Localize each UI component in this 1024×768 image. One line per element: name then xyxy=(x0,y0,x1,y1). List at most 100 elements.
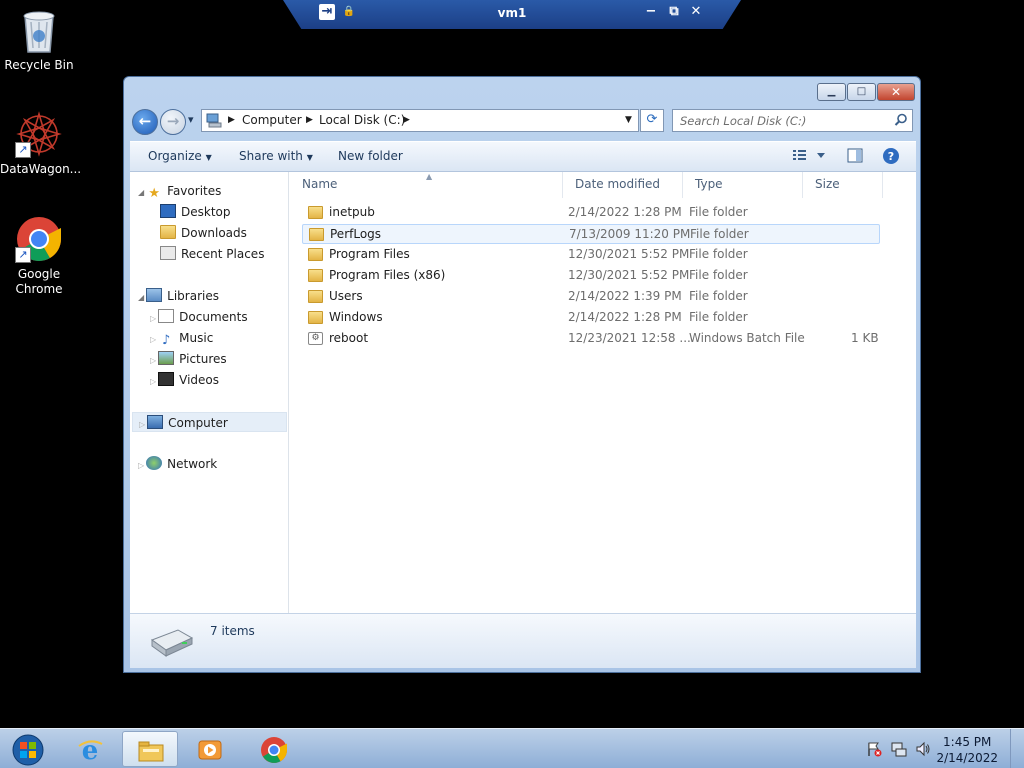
hard-drive-icon xyxy=(148,626,194,661)
desktop-icon-recycle-bin[interactable]: Recycle Bin xyxy=(0,6,78,73)
star-icon: ★ xyxy=(148,186,160,201)
nav-libraries[interactable]: ◢ Libraries xyxy=(138,286,219,306)
collapsed-arrow-icon[interactable]: ▷ xyxy=(139,420,145,429)
collapsed-arrow-icon[interactable]: ▷ xyxy=(150,314,156,323)
nav-computer[interactable]: ▷ Computer xyxy=(132,412,287,432)
rdp-minimize-button[interactable]: − xyxy=(643,4,659,20)
file-name: inetpub xyxy=(329,205,375,219)
search-input[interactable] xyxy=(673,110,883,131)
show-desktop-button[interactable] xyxy=(1010,729,1024,768)
address-history-dropdown-icon[interactable]: ▼ xyxy=(625,115,632,125)
downloads-folder-icon xyxy=(160,225,176,239)
back-button[interactable]: ← xyxy=(132,109,158,135)
file-date: 7/13/2009 11:20 PM xyxy=(569,227,691,241)
file-name: Users xyxy=(329,289,363,303)
share-with-button[interactable]: Share with ▼ xyxy=(239,149,313,163)
file-row[interactable]: inetpub 2/14/2022 1:28 PM File folder xyxy=(302,203,880,223)
chevron-down-icon: ▼ xyxy=(306,153,313,162)
taskbar-google-chrome[interactable] xyxy=(246,731,302,767)
file-row[interactable]: Program Files 12/30/2021 5:52 PM File fo… xyxy=(302,245,880,265)
media-player-icon xyxy=(198,740,222,760)
search-icon[interactable] xyxy=(894,113,908,130)
column-header-date[interactable]: Date modified xyxy=(563,172,683,198)
expand-arrow-icon[interactable]: ◢ xyxy=(138,293,144,302)
organize-label: Organize xyxy=(148,149,202,163)
breadcrumb-local-disk[interactable]: Local Disk (C:) xyxy=(319,113,405,127)
file-row[interactable]: ⚙ reboot 12/23/2021 12:58 ... Windows Ba… xyxy=(302,329,880,349)
system-clock[interactable]: 1:45 PM 2/14/2022 xyxy=(936,734,998,766)
nav-music[interactable]: ▷ ♪ Music xyxy=(150,328,213,348)
nav-desktop[interactable]: Desktop xyxy=(160,202,231,222)
nav-network[interactable]: ▷ Network xyxy=(138,454,217,474)
volume-speaker-icon[interactable] xyxy=(915,741,931,760)
column-header-name[interactable]: Name ▲ xyxy=(290,172,563,198)
breadcrumb-separator-icon: ▶ xyxy=(306,115,313,125)
breadcrumb-separator-icon: ▶ xyxy=(403,115,410,125)
recent-places-icon xyxy=(160,246,176,260)
file-size: 1 KB xyxy=(851,331,879,345)
address-bar[interactable]: ▶ Computer ▶ Local Disk (C:) ▶ ▼ xyxy=(201,109,639,132)
view-options-button[interactable] xyxy=(792,148,826,165)
collapsed-arrow-icon[interactable]: ▷ xyxy=(138,461,144,470)
taskbar: e 1:45 PM 2/14/2022 xyxy=(0,728,1024,768)
rdp-restore-button[interactable]: ⧉ xyxy=(666,4,682,20)
file-row[interactable]: PerfLogs 7/13/2009 11:20 PM File folder xyxy=(302,224,880,244)
nav-videos[interactable]: ▷ Videos xyxy=(150,370,219,390)
folder-icon xyxy=(308,269,323,282)
clock-date: 2/14/2022 xyxy=(936,751,998,765)
file-name: Program Files (x86) xyxy=(329,268,446,282)
taskbar-media-player[interactable] xyxy=(182,731,238,767)
chrome-icon xyxy=(261,737,288,763)
new-folder-button[interactable]: New folder xyxy=(338,149,403,163)
file-name: reboot xyxy=(329,331,369,345)
desktop-icon-label: DataWagon... xyxy=(0,162,82,176)
collapsed-arrow-icon[interactable]: ▷ xyxy=(150,335,156,344)
maximize-button[interactable]: □ xyxy=(847,83,876,101)
file-row[interactable]: Windows 2/14/2022 1:28 PM File folder xyxy=(302,308,880,328)
column-header-size[interactable]: Size xyxy=(803,172,883,198)
share-with-label: Share with xyxy=(239,149,303,163)
forward-button[interactable]: → xyxy=(160,109,186,135)
taskbar-windows-explorer[interactable] xyxy=(122,731,178,767)
nav-downloads[interactable]: Downloads xyxy=(160,223,247,243)
nav-pictures-label: Pictures xyxy=(179,352,227,366)
file-row[interactable]: Users 2/14/2022 1:39 PM File folder xyxy=(302,287,880,307)
libraries-icon xyxy=(146,288,163,302)
refresh-button[interactable]: ⟳ xyxy=(640,109,664,132)
nav-recent-label: Recent Places xyxy=(181,247,265,261)
desktop-icon-label: Recycle Bin xyxy=(4,58,74,72)
recent-pages-dropdown[interactable]: ▾ xyxy=(188,113,194,126)
preview-pane-icon[interactable] xyxy=(847,148,863,166)
collapsed-arrow-icon[interactable]: ▷ xyxy=(150,356,156,365)
help-icon[interactable]: ? xyxy=(882,147,900,168)
nav-pictures[interactable]: ▷ Pictures xyxy=(150,349,227,369)
nav-videos-label: Videos xyxy=(179,373,220,387)
nav-recent-places[interactable]: Recent Places xyxy=(160,244,264,264)
nav-libraries-label: Libraries xyxy=(167,289,219,303)
nav-documents[interactable]: ▷ Documents xyxy=(150,307,248,327)
close-button[interactable]: ✕ xyxy=(877,83,915,101)
file-type: File folder xyxy=(689,310,748,324)
desktop-icon-google-chrome[interactable]: ↗ Google Chrome xyxy=(0,215,78,297)
file-date: 2/14/2022 1:28 PM xyxy=(568,205,682,219)
item-count: 7 items xyxy=(210,624,255,638)
action-center-flag-icon[interactable] xyxy=(866,741,882,760)
chevron-down-icon: ▼ xyxy=(205,153,212,162)
nav-favorites[interactable]: ◢ ★ Favorites xyxy=(138,181,221,201)
taskbar-internet-explorer[interactable]: e xyxy=(62,731,118,767)
start-button[interactable] xyxy=(2,731,52,767)
column-header-type[interactable]: Type xyxy=(683,172,803,198)
internet-explorer-icon: e xyxy=(78,736,103,764)
file-type: File folder xyxy=(689,247,748,261)
collapsed-arrow-icon[interactable]: ▷ xyxy=(150,377,156,386)
desktop-icon-datawagon[interactable]: ↗ DataWagon... xyxy=(0,110,82,177)
network-status-icon[interactable] xyxy=(891,741,907,760)
explorer-folder-icon xyxy=(138,741,164,762)
organize-button[interactable]: Organize ▼ xyxy=(148,149,212,163)
breadcrumb-computer[interactable]: Computer xyxy=(242,113,302,127)
file-row[interactable]: Program Files (x86) 12/30/2021 5:52 PM F… xyxy=(302,266,880,286)
rdp-close-button[interactable]: ✕ xyxy=(688,4,704,20)
minimize-button[interactable]: ▁ xyxy=(817,83,846,101)
pictures-icon xyxy=(158,351,175,365)
expand-arrow-icon[interactable]: ◢ xyxy=(138,188,144,197)
